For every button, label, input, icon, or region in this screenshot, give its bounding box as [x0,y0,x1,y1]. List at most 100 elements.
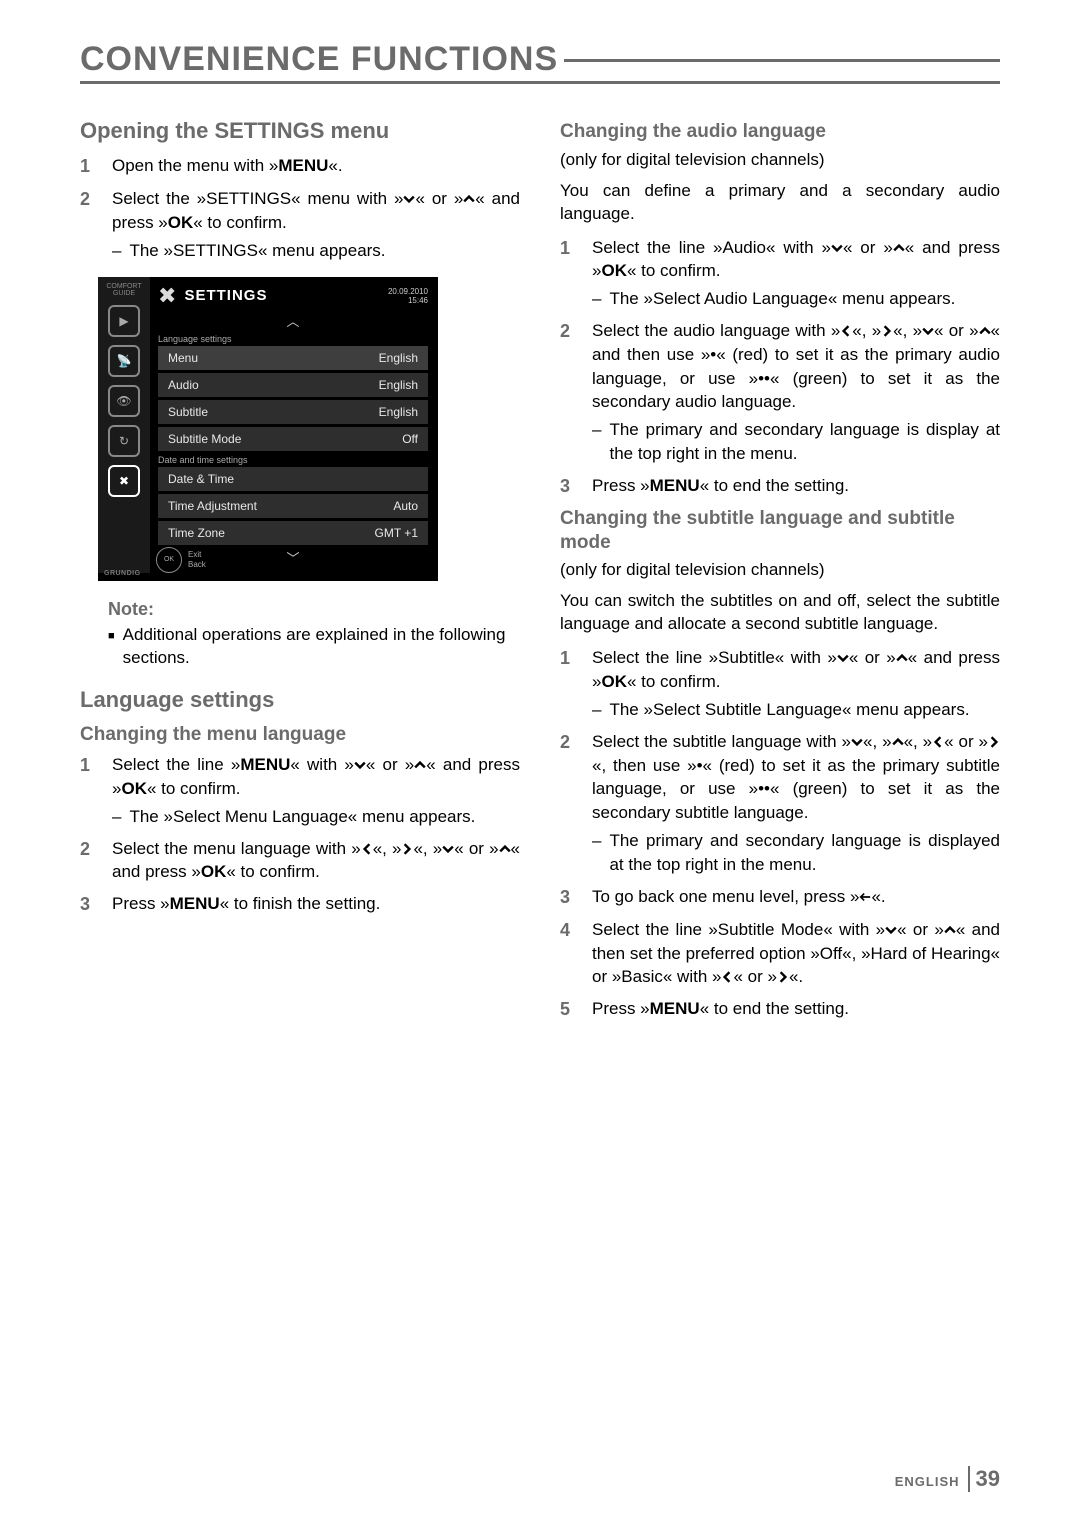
step-content: Select the audio language with »«, »«, »… [592,319,1000,466]
eye-icon: 👁 [108,385,140,417]
step-subitem: The »SETTINGS« menu appears. [112,239,520,263]
step: 2Select the »SETTINGS« menu with »« or »… [80,187,520,262]
step-subitem: The primary and secondary language is di… [592,418,1000,466]
tv-sidebar: COMFORT GUIDE ▶ 📡 👁 ↻ ✖ [98,277,150,573]
step-number: 2 [560,319,578,466]
tv-row: Time Zone GMT +1 [158,521,428,545]
tv-row-label: Subtitle Mode [168,432,241,446]
tv-row: SubtitleEnglish [158,400,428,424]
sidebar-label: COMFORT GUIDE [98,283,150,297]
step: 4Select the line »Subtitle Mode« with »«… [560,918,1000,989]
step-content: Select the line »MENU« with »« or »« and… [112,753,520,828]
tv-row-value: GMT +1 [375,526,418,540]
step: 1Open the menu with »MENU«. [80,154,520,179]
tv-row: Menu English [158,346,428,370]
subtitle-intro: You can switch the subtitles on and off,… [560,590,1000,636]
step-content: Select the line »Subtitle Mode« with »« … [592,918,1000,989]
tv-row: Subtitle ModeOff [158,427,428,451]
step: 3Press »MENU« to end the setting. [560,474,1000,499]
step-number: 3 [80,892,98,917]
step-number: 1 [80,154,98,179]
tv-row-label: Time Adjustment [168,499,257,513]
tv-row-value: English [379,378,418,392]
step-content: Select the menu language with »«, »«, »«… [112,837,520,885]
step: 1Select the line »Audio« with »« or »« a… [560,236,1000,311]
step-subitem: The »Select Audio Language« menu appears… [592,287,1000,311]
subtitle-subtext: (only for digital television channels) [560,560,1000,580]
page-number: 39 [968,1466,1000,1492]
chevron-up-icon: ︿ [158,311,428,330]
tv-row-label: Time Zone [168,526,225,540]
heading-language-settings: Language settings [80,687,520,713]
tv-row: Date & Time [158,467,428,491]
step-number: 1 [80,753,98,828]
step-subitem: The »Select Subtitle Language« menu appe… [592,698,1000,722]
tv-row-label: Menu [168,351,198,365]
heading-audio-language: Changing the audio language [560,120,1000,144]
step: 5 Press »MENU« to end the setting. [560,997,1000,1022]
section-datetime: Date and time settings [158,455,428,465]
note-body: Additional operations are explained in t… [108,624,520,670]
step-number: 2 [80,187,98,262]
section-language: Language settings [158,334,428,344]
footer: ENGLISH 39 [895,1466,1000,1492]
tv-row-label: Audio [168,378,199,392]
step: 1Select the line »MENU« with »« or »« an… [80,753,520,828]
tv-row: Audio English [158,373,428,397]
heading-menu-language: Changing the menu language [80,723,520,747]
step-content: Press »MENU« to end the setting. [592,997,1000,1022]
step-sublist: The »Select Menu Language« menu appears. [112,805,520,829]
step-sublist: The primary and secondary language is di… [592,418,1000,466]
tv-date: 20.09.2010 [388,287,428,296]
step-number: 2 [560,730,578,877]
settings-header-icon: ✖ [158,283,176,309]
heading-opening-settings: Opening the SETTINGS menu [80,118,520,144]
tv-time: 15:46 [388,296,428,305]
opening-steps-list: 1Open the menu with »MENU«. 2Select the »… [80,154,520,263]
step-content: Press »MENU« to finish the setting. [112,892,520,917]
right-column: Changing the audio language (only for di… [560,112,1000,1030]
tv-row: Time Adjustment Auto [158,494,428,518]
step-content: Select the subtitle language with »«, »«… [592,730,1000,877]
footer-language: ENGLISH [895,1474,960,1489]
left-column: Opening the SETTINGS menu 1Open the menu… [80,112,520,1030]
exit-label: Exit [188,550,206,560]
tv-row-value: English [379,405,418,419]
step-subitem: The »Select Menu Language« menu appears. [112,805,520,829]
audio-intro: You can define a primary and a secondary… [560,180,1000,226]
step-sublist: The »Select Subtitle Language« menu appe… [592,698,1000,722]
step: 2Select the subtitle language with »«, »… [560,730,1000,877]
tv-row-value: Auto [393,499,418,513]
tv-row-value: English [379,351,418,365]
tv-title: SETTINGS [184,287,267,304]
step: 2Select the audio language with »«, »«, … [560,319,1000,466]
step-sublist: The primary and secondary language is di… [592,829,1000,877]
ok-button-icon: OK [156,547,182,573]
note-heading: Note: [108,599,520,620]
step: 2 Select the menu language with »«, »«, »… [80,837,520,885]
step-number: 1 [560,646,578,721]
step-number: 3 [560,885,578,910]
heading-subtitle-language: Changing the subtitle language and subti… [560,507,1000,555]
step-sublist: The »SETTINGS« menu appears. [112,239,520,263]
step-number: 5 [560,997,578,1022]
satellite-icon: 📡 [108,345,140,377]
step-number: 2 [80,837,98,885]
step: 3 To go back one menu level, press »«. [560,885,1000,910]
remote-hint: OK Exit Back [156,547,206,573]
tv-row-label: Date & Time [168,472,234,486]
step-content: Select the line »Audio« with »« or »« an… [592,236,1000,311]
step: 3 Press »MENU« to finish the setting. [80,892,520,917]
play-icon: ▶ [108,305,140,337]
step: 1Select the line »Subtitle« with »« or »… [560,646,1000,721]
step-number: 1 [560,236,578,311]
step-subitem: The primary and secondary language is di… [592,829,1000,877]
step-number: 3 [560,474,578,499]
step-content: To go back one menu level, press »«. [592,885,1000,910]
refresh-icon: ↻ [108,425,140,457]
brand-label: GRUNDIG [104,570,141,577]
step-content: Select the »SETTINGS« menu with »« or »«… [112,187,520,262]
audio-steps: 1Select the line »Audio« with »« or »« a… [560,236,1000,499]
audio-subtext: (only for digital television channels) [560,150,1000,170]
step-number: 4 [560,918,578,989]
